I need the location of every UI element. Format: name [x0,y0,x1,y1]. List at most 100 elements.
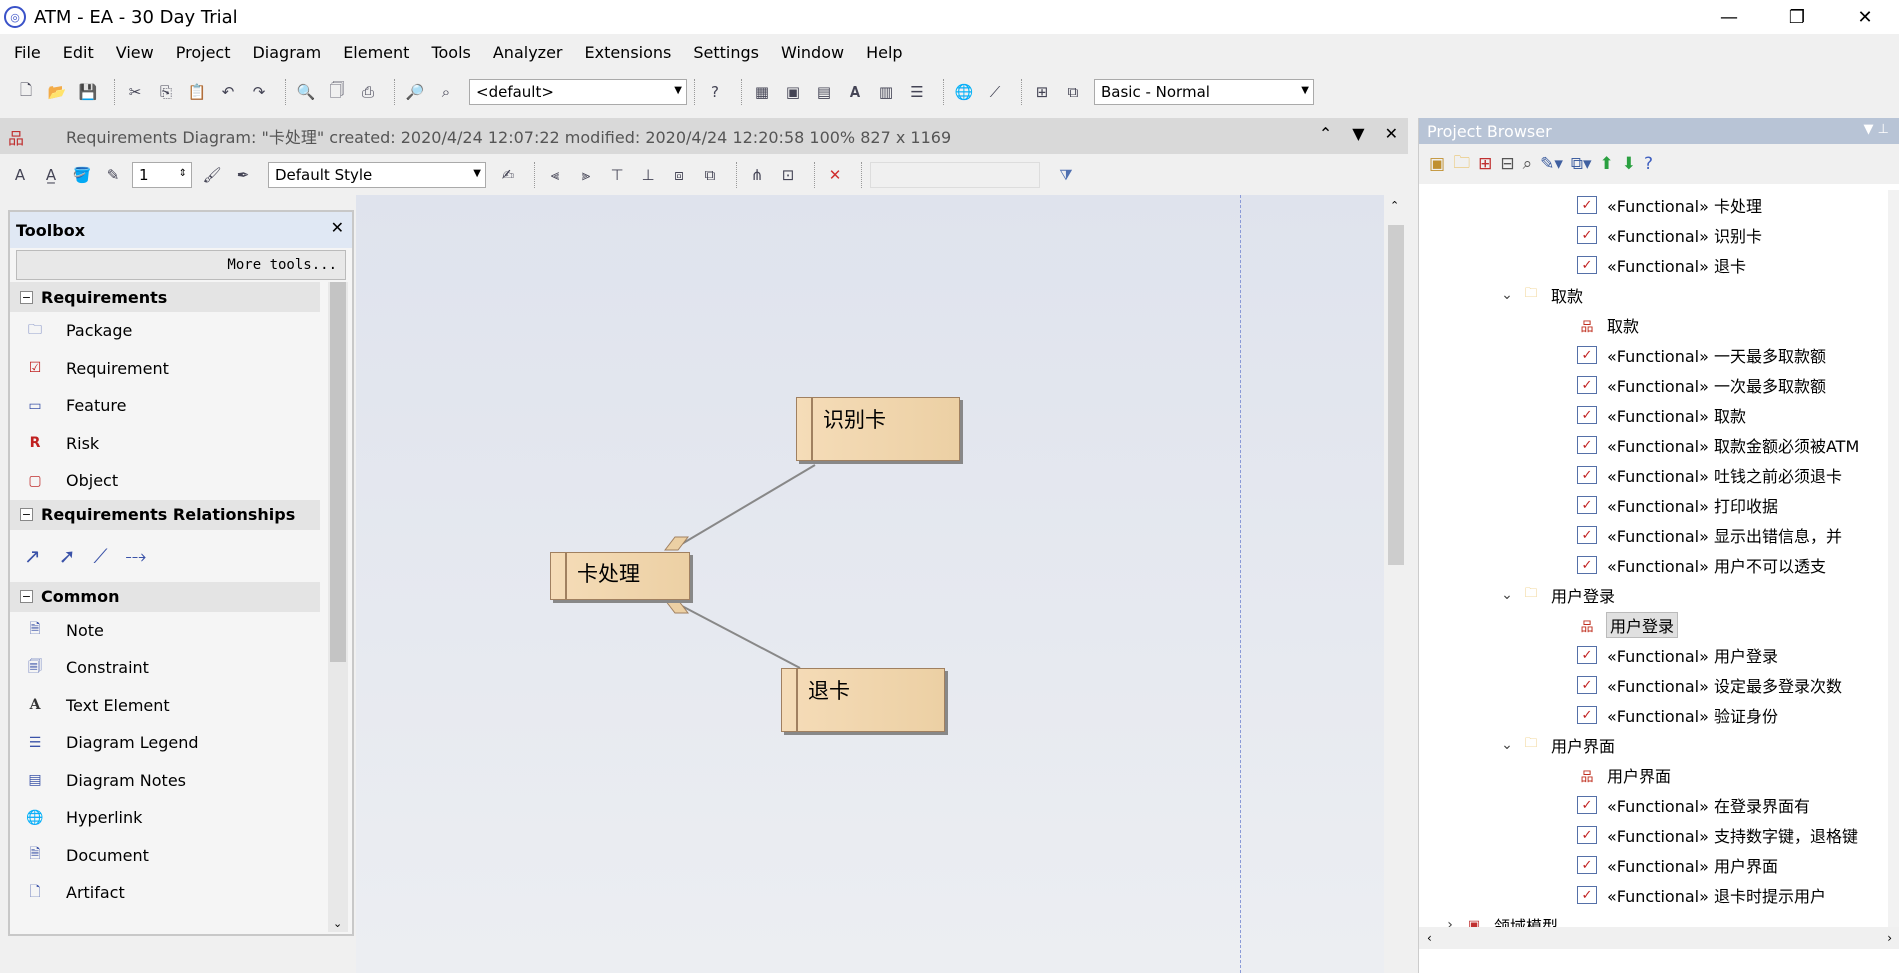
tree-item[interactable]: ✓ «Functional» 设定最多登录次数 [1419,670,1889,700]
minimize-button[interactable]: — [1695,0,1763,34]
tree-item[interactable]: ✓ «Functional» 打印收据 [1419,490,1889,520]
tree-item[interactable]: ✓ «Functional» 取款金额必须被ATM [1419,430,1889,460]
browser-horizontal-scrollbar[interactable]: ‹ › [1419,927,1899,949]
tree-item-label: «Functional» 取款 [1607,407,1746,426]
toolbox-item-object[interactable]: ▢ Object [10,462,352,500]
tree-item[interactable]: ✓ «Functional» 在登录界面有 [1419,790,1889,820]
constraint-icon: 🗐 [28,658,42,675]
requirement-node-identify-card[interactable]: 识别卡 [796,397,960,461]
move-up-icon[interactable]: ⬆ [1600,154,1614,174]
tree-item-label: 用户登录 [1551,587,1616,606]
connector-line[interactable] [679,464,816,546]
requirement-icon: ✓ [1577,676,1597,694]
requirement-icon: ✓ [1577,556,1597,574]
toolbox-item-text-element[interactable]: A Text Element [10,687,352,725]
pin-icon[interactable]: ▼ ⊥ [1864,122,1889,137]
tree-item[interactable]: ⌄ 🗀 取款 [1419,280,1889,310]
toolbox-item-package[interactable]: 🗀 Package [10,312,352,350]
diagram-icon: 品 [1580,319,1594,335]
edit-icon[interactable]: ✎▾ [1540,154,1563,174]
scrollbar-thumb[interactable] [330,282,346,662]
tree-item-label: 用户界面 [1551,737,1616,756]
tree-item[interactable]: ⌄ 🗀 用户登录 [1419,580,1889,610]
tree-item[interactable]: ✓ «Functional» 显示出错信息，并 [1419,520,1889,550]
toolbox-item-artifact[interactable]: 🗋 Artifact [10,874,352,912]
close-button[interactable]: ✕ [1831,0,1899,34]
move-down-icon[interactable]: ⬇ [1622,154,1636,174]
connector-line[interactable] [679,604,801,669]
tree-item[interactable]: 品取款 [1419,310,1889,340]
tree-item[interactable]: ✓ «Functional» 取款 [1419,400,1889,430]
toolbox-group-requirements-relationships[interactable]: − Requirements Relationships [10,499,320,530]
scroll-left-icon[interactable]: ‹ [1427,931,1432,945]
toolbox-item-risk[interactable]: R Risk [10,425,352,463]
chevron-down-icon[interactable]: ⌄ [1497,587,1517,603]
tree-item[interactable]: ✓ «Functional» 吐钱之前必须退卡 [1419,460,1889,490]
toolbox-scrollbar[interactable]: ⌄ [328,282,348,932]
toolbox-item-hyperlink[interactable]: 🌐 Hyperlink [10,799,352,837]
item-label: Artifact [66,883,125,903]
toolbox-item-document[interactable]: 🗎 Document [10,837,352,875]
toolbox-item-diagram-legend[interactable]: ☰ Diagram Legend [10,724,352,762]
chevron-down-icon[interactable]: ⌄ [1497,737,1517,753]
requirement-icon: ✓ [1577,436,1597,454]
requirement-node-return-card[interactable]: 退卡 [781,668,945,732]
toolbox-group-common[interactable]: − Common [10,581,320,612]
collapse-icon[interactable]: − [20,590,33,603]
tree-item[interactable]: 品用户登录 [1419,610,1889,640]
tree-item[interactable]: ⌄ 🗀 用户界面 [1419,730,1889,760]
item-label: Text Element [66,695,170,715]
tree-item-label: «Functional» 支持数字键，退格键 [1607,827,1858,846]
trace-arrow-icon[interactable]: ➚ [59,544,76,568]
dependency-arrow-icon[interactable]: ⤏ [126,544,147,568]
copy-menu-icon[interactable]: ⧉▾ [1571,154,1592,174]
document-icon: 🗎 [29,846,41,863]
artifact-icon: 🗋 [29,883,41,900]
scroll-right-icon[interactable]: › [1887,931,1892,945]
toolbox-item-diagram-notes[interactable]: ▤ Diagram Notes [10,762,352,800]
tree-item[interactable]: ✓ «Functional» 验证身份 [1419,700,1889,730]
tree-item[interactable]: ✓ «Functional» 支持数字键，退格键 [1419,820,1889,850]
scroll-down-icon[interactable]: ⌄ [333,917,342,930]
restore-button[interactable]: ❐ [1763,0,1831,34]
toolbox-item-requirement[interactable]: ☑ Requirement [10,350,352,388]
chevron-down-icon[interactable]: ⌄ [1497,287,1517,303]
folder-icon: 🗀 [1524,286,1538,301]
tree-item[interactable]: ✓ «Functional» 用户界面 [1419,850,1889,880]
tree-item[interactable]: ✓ «Functional» 退卡 [1419,250,1889,280]
new-element-icon[interactable]: ⊟ [1500,154,1514,174]
item-label: Feature [66,396,127,416]
tree-item[interactable]: ✓ «Functional» 一天最多取款额 [1419,340,1889,370]
realize-arrow-icon[interactable]: ↗ [24,544,41,568]
more-tools-button[interactable]: More tools... [16,250,346,280]
toolbox-item-note[interactable]: 🗎 Note [10,612,352,650]
browser-vertical-scrollbar[interactable] [1888,190,1899,930]
toolbox-group-requirements[interactable]: − Requirements [10,282,320,312]
tree-item-label: «Functional» 退卡时提示用户 [1607,887,1826,906]
project-browser-header: Project Browser ▼ ⊥ [1419,118,1899,144]
close-toolbox-icon[interactable]: ✕ [331,218,344,237]
association-line-icon[interactable]: ⟋ [94,544,108,568]
node-label: 识别卡 [823,408,886,432]
find-in-browser-icon[interactable]: ⌕ [1523,154,1533,174]
tree-item[interactable]: ✓ «Functional» 一次最多取款额 [1419,370,1889,400]
item-label: Requirement [66,358,169,378]
requirement-node-card-processing[interactable]: 卡处理 [550,552,690,600]
help-icon[interactable]: ? [1644,154,1653,174]
collapse-icon[interactable]: − [20,290,33,304]
collapse-icon[interactable]: − [20,508,33,521]
new-diagram-icon[interactable]: ⊞ [1478,154,1492,174]
project-browser-title: Project Browser [1427,121,1552,141]
toolbox-item-feature[interactable]: ▭ Feature [10,387,352,425]
toolbox-item-constraint[interactable]: 🗐 Constraint [10,649,352,687]
new-model-icon[interactable]: ▣ [1429,154,1445,174]
tree-item[interactable]: 品用户界面 [1419,760,1889,790]
tree-item[interactable]: ✓ «Functional» 用户不可以透支 [1419,550,1889,580]
tree-item[interactable]: ✓ «Functional» 退卡时提示用户 [1419,880,1889,910]
tree-item[interactable]: ✓ «Functional» 识别卡 [1419,220,1889,250]
requirement-icon: ✓ [1577,256,1597,274]
new-package-icon[interactable]: 🗀 [1453,150,1470,179]
tree-item[interactable]: ✓ «Functional» 卡处理 [1419,190,1889,220]
tree-item[interactable]: ✓ «Functional» 用户登录 [1419,640,1889,670]
project-tree: ✓ «Functional» 卡处理 ✓ «Functional» 识别卡 ✓ «Func… [1419,190,1889,930]
